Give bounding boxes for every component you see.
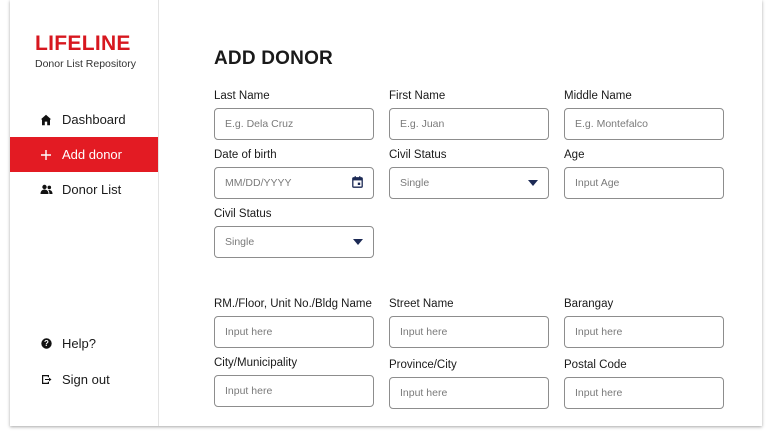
unit-group: RM./Floor, Unit No./Bldg Name Input here [214,296,374,348]
age-placeholder: Input Age [575,177,620,189]
barangay-group: Barangay Input here [564,296,724,348]
middle-name-label: Middle Name [564,90,632,102]
brand-title: LIFELINE [35,32,131,55]
civil-status-label: Civil Status [389,149,447,161]
dob-label: Date of birth [214,149,277,161]
civil-status-value: Single [400,177,430,189]
unit-label: RM./Floor, Unit No./Bldg Name [214,298,372,310]
city-placeholder: Input here [225,385,273,397]
postal-group: Postal Code Input here [564,357,724,409]
street-input[interactable]: Input here [389,316,549,348]
sidebar-item-help[interactable]: ? Help? [10,326,158,361]
middle-name-input[interactable]: E.g. Montefalco [564,108,724,140]
postal-label: Postal Code [564,359,627,371]
province-placeholder: Input here [400,387,448,399]
sign-out-icon [39,373,53,387]
brand-subtitle: Donor List Repository [35,58,136,70]
civil-status-2-label: Civil Status [214,208,272,220]
civil-status-select[interactable]: Single [389,167,549,199]
app-window: LIFELINE Donor List Repository Dashboard… [10,0,762,426]
chevron-down-icon [353,239,363,245]
first-name-placeholder: E.g. Juan [400,118,445,130]
city-input[interactable]: Input here [214,375,374,407]
sidebar-item-donor-list[interactable]: Donor List [10,172,158,207]
province-label: Province/City [389,359,457,371]
middle-name-placeholder: E.g. Montefalco [575,118,648,130]
first-name-input[interactable]: E.g. Juan [389,108,549,140]
barangay-input[interactable]: Input here [564,316,724,348]
home-icon [39,113,53,127]
barangay-placeholder: Input here [575,326,623,338]
postal-placeholder: Input here [575,387,623,399]
civil-status-2-select[interactable]: Single [214,226,374,258]
brand: LIFELINE Donor List Repository [35,32,136,70]
dob-placeholder: MM/DD/YYYY [225,177,292,189]
last-name-input[interactable]: E.g. Dela Cruz [214,108,374,140]
main-content: ADD DONOR Last Name E.g. Dela Cruz First… [158,0,762,426]
calendar-icon[interactable] [352,175,363,191]
sidebar-item-label: Sign out [62,372,110,387]
last-name-group: Last Name E.g. Dela Cruz [214,88,374,140]
postal-input[interactable]: Input here [564,377,724,409]
age-input[interactable]: Input Age [564,167,724,199]
street-label: Street Name [389,298,454,310]
chevron-down-icon [528,180,538,186]
first-name-group: First Name E.g. Juan [389,88,549,140]
unit-input[interactable]: Input here [214,316,374,348]
sidebar-item-sign-out[interactable]: Sign out [10,362,158,397]
sidebar-item-label: Help? [62,336,96,351]
page-title: ADD DONOR [214,48,333,69]
civil-status-2-group: Civil Status Single [214,206,374,258]
province-group: Province/City Input here [389,357,549,409]
last-name-label: Last Name [214,90,270,102]
civil-status-group: Civil Status Single [389,147,549,199]
dob-group: Date of birth MM/DD/YYYY [214,147,374,199]
city-label: City/Municipality [214,357,298,369]
age-group: Age Input Age [564,147,724,199]
sidebar-item-add-donor[interactable]: Add donor [10,137,158,172]
plus-icon [39,148,53,162]
sidebar-item-label: Dashboard [62,112,126,127]
last-name-placeholder: E.g. Dela Cruz [225,118,294,130]
first-name-label: First Name [389,90,446,102]
middle-name-group: Middle Name E.g. Montefalco [564,88,724,140]
sidebar-item-dashboard[interactable]: Dashboard [10,102,158,137]
sidebar-item-label: Donor List [62,182,122,197]
sidebar-item-label: Add donor [62,147,122,162]
province-input[interactable]: Input here [389,377,549,409]
barangay-label: Barangay [564,298,614,310]
city-group: City/Municipality Input here [214,355,374,407]
civil-status-2-value: Single [225,236,255,248]
street-group: Street Name Input here [389,296,549,348]
help-circle-icon: ? [39,337,53,351]
unit-placeholder: Input here [225,326,273,338]
users-icon [39,183,53,197]
street-placeholder: Input here [400,326,448,338]
dob-input[interactable]: MM/DD/YYYY [214,167,374,199]
age-label: Age [564,149,585,161]
sidebar: LIFELINE Donor List Repository Dashboard… [10,0,159,426]
svg-text:?: ? [44,339,49,348]
